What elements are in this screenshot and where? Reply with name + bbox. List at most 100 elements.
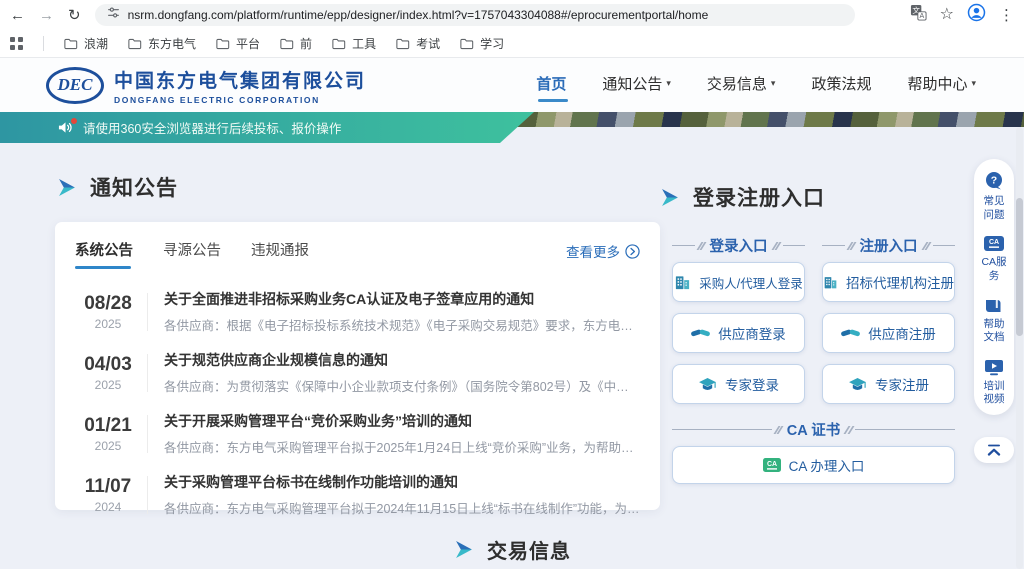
notice-title: 关于规范供应商企业规模信息的通知 — [164, 350, 640, 370]
slash-decoration — [699, 242, 704, 250]
video-icon — [984, 359, 1004, 376]
building-icon — [674, 274, 691, 291]
company-name: 中国东方电气集团有限公司 DONGFANG ELECTRIC CORPORATI… — [114, 66, 366, 105]
tab-sourcing-announcements[interactable]: 寻源公告 — [163, 239, 221, 269]
bookmark-folder[interactable]: 浪潮 — [64, 35, 108, 52]
notice-desc: 各供应商：东方电气采购管理平台拟于2024年11月15日上线“标书在线制作”功能… — [164, 498, 640, 517]
scrollbar-thumb[interactable] — [1016, 198, 1023, 336]
section-title: 交易信息 — [487, 535, 571, 564]
browser-notice-ribbon: 请使用360安全浏览器进行后续投标、报价操作 — [0, 112, 534, 143]
announcement-list: 08/28 2025 关于全面推进非招标采购业务CA认证及电子签章应用的通知 各… — [75, 281, 640, 525]
nav-item-help-center[interactable]: 帮助中心▾ — [907, 73, 976, 98]
back-icon[interactable]: ← — [10, 8, 25, 23]
nav-item-announcements[interactable]: 通知公告▾ — [602, 73, 671, 98]
site-header: DEC 中国东方电气集团有限公司 DONGFANG ELECTRIC CORPO… — [0, 58, 1024, 112]
chrome-menu-icon[interactable]: ⋮ — [999, 8, 1014, 23]
site-info-icon[interactable] — [107, 6, 120, 24]
handshake-icon — [691, 326, 710, 340]
bookmark-folder[interactable]: 前 — [280, 35, 312, 52]
rail-item-training-videos[interactable]: 培训视频 — [981, 359, 1007, 407]
notice-title: 关于全面推进非招标采购业务CA认证及电子签章应用的通知 — [164, 289, 640, 309]
rail-item-faq[interactable]: ? 常见问题 — [981, 171, 1007, 222]
view-more-link[interactable]: 查看更多 — [566, 241, 640, 267]
notice-desc: 各供应商：为贯彻落实《保障中小企业款项支付条例》（国务院令第802号）及《中小企… — [164, 376, 640, 395]
list-item[interactable]: 08/28 2025 关于全面推进非招标采购业务CA认证及电子签章应用的通知 各… — [75, 281, 640, 342]
tab-system-announcements[interactable]: 系统公告 — [75, 239, 133, 269]
collapse-up-icon — [985, 444, 1003, 456]
notice-date: 04/03 2025 — [75, 354, 141, 392]
expert-register-button[interactable]: 专家注册 — [822, 364, 955, 404]
ca-processing-entry-button[interactable]: CA CA 办理入口 — [672, 446, 955, 484]
slash-decoration — [924, 242, 929, 250]
announcements-card: 系统公告 寻源公告 违规通报 查看更多 08/28 2025 关于全面推进非招标… — [55, 222, 660, 510]
profile-avatar-icon[interactable] — [967, 3, 986, 27]
notice-desc: 各供应商：东方电气采购管理平台拟于2025年1月24日上线“竞价采购”业务，为帮… — [164, 437, 640, 456]
reload-icon[interactable]: ↻ — [68, 8, 81, 23]
tab-violation-reports[interactable]: 违规通报 — [251, 239, 309, 269]
divider — [147, 293, 148, 331]
rail-item-ca-service[interactable]: CA CA服务 — [981, 236, 1007, 283]
browser-chrome: ← → ↻ nsrm.dongfang.com/platform/runtime… — [0, 0, 1024, 30]
building-icon — [823, 274, 838, 291]
nav-item-trade-info[interactable]: 交易信息▾ — [707, 73, 776, 98]
dec-logo[interactable]: DEC — [46, 67, 104, 104]
list-item[interactable]: 01/21 2025 关于开展采购管理平台“竞价采购业务”培训的通知 各供应商：… — [75, 403, 640, 464]
supplier-register-button[interactable]: 供应商注册 — [822, 313, 955, 353]
scrollbar-track[interactable] — [1016, 127, 1023, 569]
handshake-icon — [841, 326, 860, 340]
bookmark-folder[interactable]: 考试 — [396, 35, 440, 52]
ca-certificate-header: CA 证书 — [672, 419, 955, 440]
expert-login-button[interactable]: 专家登录 — [672, 364, 805, 404]
notice-desc: 各供应商：根据《电子招标投标系统技术规范》《电子采购交易规范》要求，东方电气采购… — [164, 315, 640, 334]
folder-icon — [332, 38, 346, 50]
bookmark-star-icon[interactable]: ☆ — [940, 7, 954, 23]
folder-icon — [396, 38, 410, 50]
bookmark-folder[interactable]: 工具 — [332, 35, 376, 52]
login-register-heading: 登录注册入口 — [661, 182, 825, 212]
question-icon: ? — [984, 171, 1004, 191]
alert-dot — [71, 118, 77, 124]
bidding-agency-register-button[interactable]: 招标代理机构注册 — [822, 262, 955, 302]
login-register-buttons: 采购人/代理人登录 招标代理机构注册 供应商登录 供应商注册 专家登录 专家注册 — [672, 262, 955, 404]
chevron-down-icon: ▾ — [666, 78, 671, 89]
buyer-agent-login-button[interactable]: 采购人/代理人登录 — [672, 262, 805, 302]
circle-arrow-icon — [625, 244, 640, 259]
nav-item-policies[interactable]: 政策法规 — [811, 73, 871, 98]
login-entry-header: 登录入口 — [672, 235, 805, 256]
notice-ribbon-text: 请使用360安全浏览器进行后续投标、报价操作 — [83, 118, 341, 137]
rail-item-help-docs[interactable]: 帮助文档 — [981, 298, 1007, 345]
slash-decoration — [846, 426, 851, 434]
folder-icon — [216, 38, 230, 50]
ca-card-icon: CA — [984, 236, 1004, 252]
trade-info-heading: 交易信息 — [455, 535, 571, 564]
slash-decoration — [849, 242, 854, 250]
supplier-login-button[interactable]: 供应商登录 — [672, 313, 805, 353]
svg-text:?: ? — [991, 175, 997, 187]
company-name-cn: 中国东方电气集团有限公司 — [114, 66, 366, 93]
divider — [43, 36, 44, 51]
bookmark-folder[interactable]: 平台 — [216, 35, 260, 52]
divider — [147, 354, 148, 392]
bookmark-folder[interactable]: 东方电气 — [128, 35, 196, 52]
main-nav: 首页 通知公告▾ 交易信息▾ 政策法规 帮助中心▾ — [536, 73, 1024, 98]
translate-icon[interactable]: 文A — [910, 4, 927, 26]
apps-grid-icon[interactable] — [10, 37, 23, 50]
list-item[interactable]: 11/07 2024 关于采购管理平台标书在线制作功能培训的通知 各供应商：东方… — [75, 464, 640, 525]
nav-item-home[interactable]: 首页 — [536, 73, 566, 98]
notice-date: 01/21 2025 — [75, 415, 141, 453]
folder-icon — [280, 38, 294, 50]
chevron-down-icon: ▾ — [971, 78, 976, 89]
ca-card-icon: CA — [763, 458, 781, 472]
collapse-to-top-button[interactable] — [974, 437, 1014, 463]
chevron-down-icon: ▾ — [771, 78, 776, 89]
graduation-cap-icon — [848, 377, 867, 392]
list-item[interactable]: 04/03 2025 关于规范供应商企业规模信息的通知 各供应商：为贯彻落实《保… — [75, 342, 640, 403]
address-bar[interactable]: nsrm.dongfang.com/platform/runtime/epp/d… — [95, 4, 855, 26]
notice-title: 关于采购管理平台标书在线制作功能培训的通知 — [164, 472, 640, 492]
graduation-cap-icon — [698, 377, 717, 392]
bookmark-folder[interactable]: 学习 — [460, 35, 504, 52]
quick-access-rail: ? 常见问题 CA CA服务 帮助文档 培训视频 — [974, 159, 1014, 415]
book-icon — [984, 298, 1004, 314]
register-entry-header: 注册入口 — [822, 235, 955, 256]
forward-icon[interactable]: → — [39, 8, 54, 23]
